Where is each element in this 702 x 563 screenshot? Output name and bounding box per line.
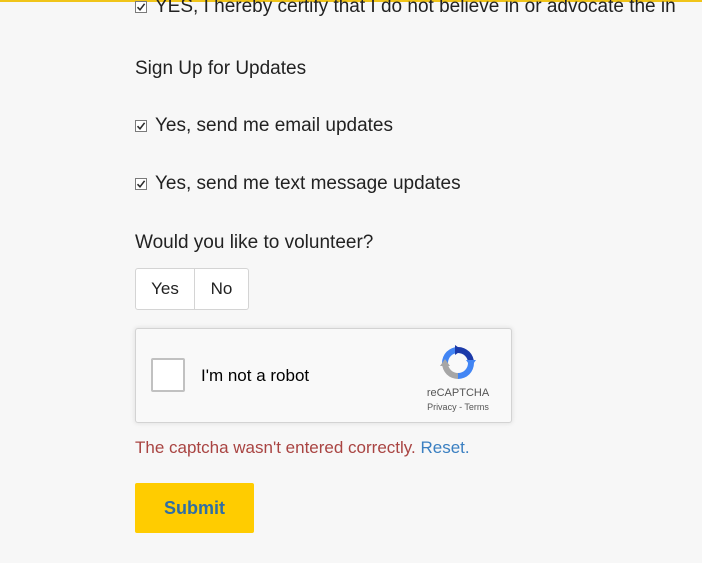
captcha-reset-link[interactable]: Reset. <box>420 438 469 457</box>
updates-heading: Sign Up for Updates <box>135 58 307 79</box>
certify-row[interactable]: YES, I hereby certify that I do not beli… <box>135 0 676 18</box>
checkbox-checked-icon <box>136 180 146 189</box>
text-updates-checkbox[interactable] <box>135 178 147 190</box>
volunteer-no-button[interactable]: No <box>195 268 249 310</box>
email-updates-row[interactable]: Yes, send me email updates <box>135 115 393 137</box>
captcha-reset-label[interactable]: Reset <box>420 438 464 457</box>
recaptcha-footer-links: Privacy - Terms <box>421 402 495 412</box>
recaptcha-privacy-link[interactable]: Privacy <box>427 402 457 412</box>
certify-label: YES, I hereby certify that I do not beli… <box>155 0 676 17</box>
captcha-reset-period: . <box>464 438 470 457</box>
text-updates-row[interactable]: Yes, send me text message updates <box>135 173 461 195</box>
email-updates-checkbox[interactable] <box>135 120 147 132</box>
volunteer-yes-button[interactable]: Yes <box>135 268 195 310</box>
recaptcha-checkbox[interactable] <box>151 358 185 392</box>
volunteer-question: Would you like to volunteer? <box>135 232 374 253</box>
text-updates-label: Yes, send me text message updates <box>155 173 461 194</box>
recaptcha-terms-link[interactable]: Terms <box>464 402 489 412</box>
captcha-error-text: The captcha wasn't entered correctly. <box>135 438 416 457</box>
signup-form-page: YES, I hereby certify that I do not beli… <box>0 0 702 563</box>
recaptcha-widget: I'm not a robot reCAPTCHA Privacy - Term… <box>135 328 512 423</box>
volunteer-button-group: Yes No <box>135 268 249 310</box>
checkbox-checked-icon <box>136 122 146 131</box>
recaptcha-label: I'm not a robot <box>201 366 310 385</box>
email-updates-label: Yes, send me email updates <box>155 115 394 136</box>
recaptcha-logo-icon <box>440 345 476 379</box>
checkbox-checked-icon <box>136 3 146 12</box>
certify-checkbox[interactable] <box>135 1 147 13</box>
recaptcha-logo: reCAPTCHA Privacy - Terms <box>421 343 495 412</box>
recaptcha-brand: reCAPTCHA <box>426 387 490 399</box>
submit-button[interactable]: Submit <box>135 483 254 533</box>
captcha-error-message: The captcha wasn't entered correctly. Re… <box>135 438 470 458</box>
